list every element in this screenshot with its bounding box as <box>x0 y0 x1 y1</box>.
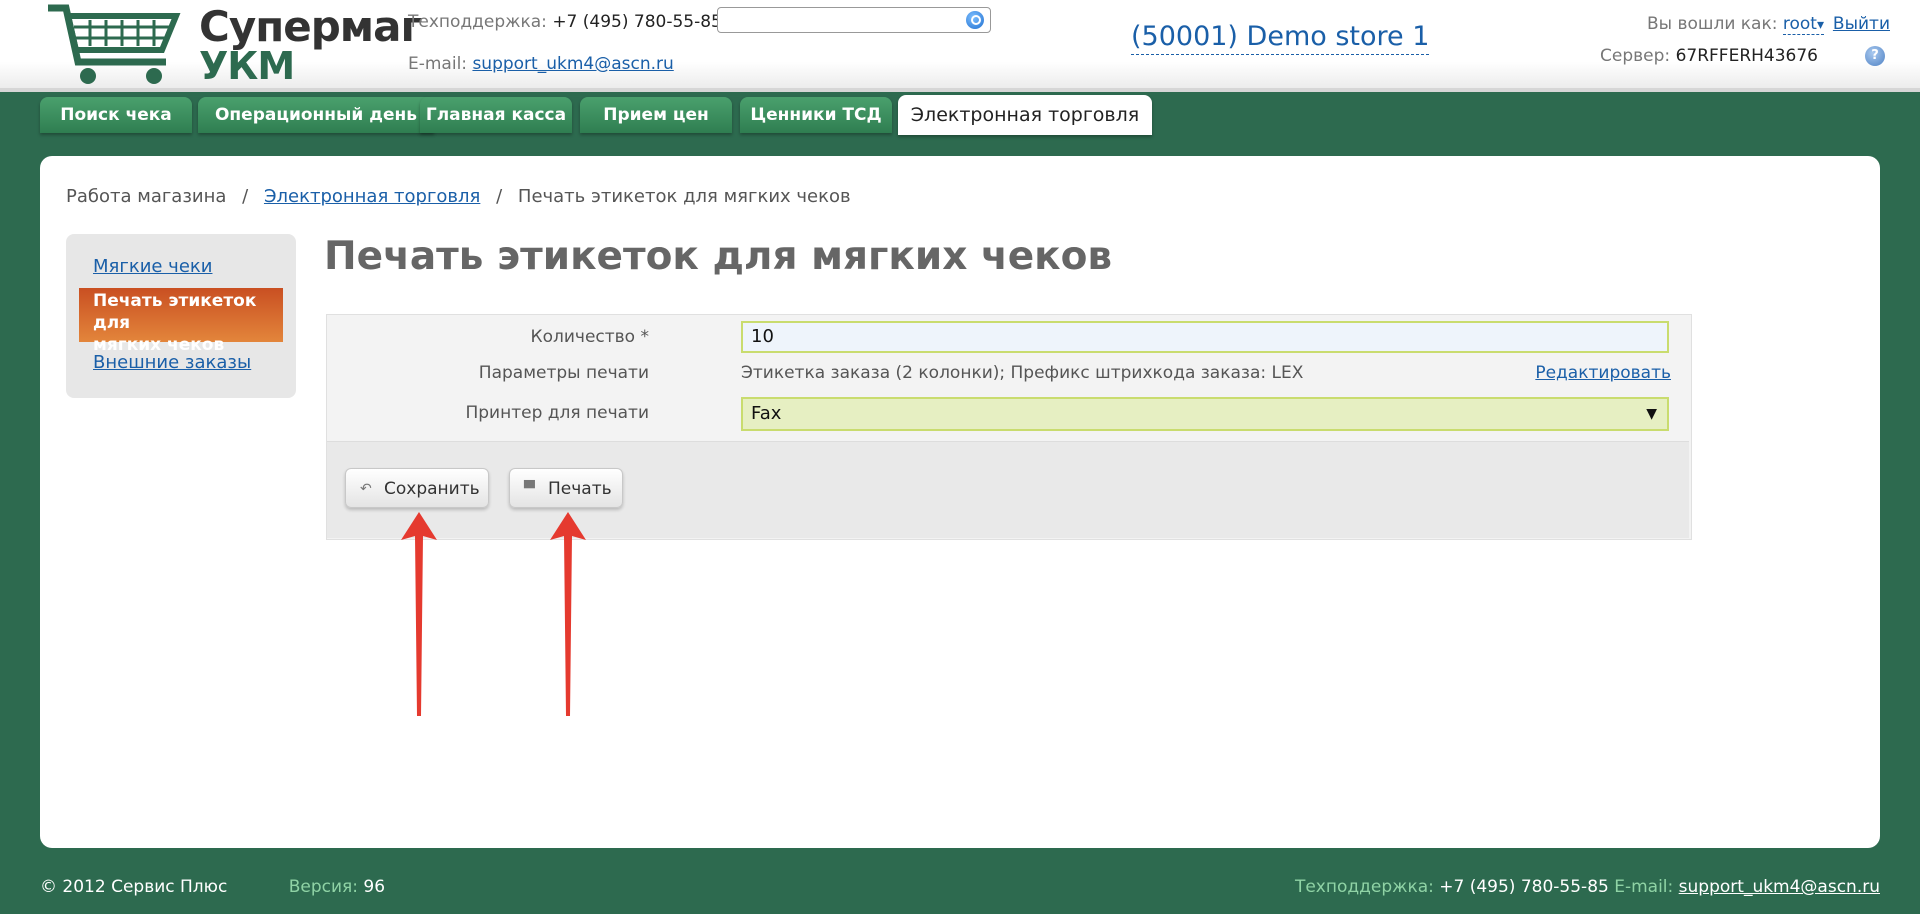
print-params-value: Этикетка заказа (2 колонки); Префикс штр… <box>741 363 1304 383</box>
footer-email-label: E-mail: <box>1614 877 1674 897</box>
header: Супермаг УКМ 4 Техподдержка: +7 (495) 78… <box>0 0 1920 132</box>
search-icon[interactable] <box>966 11 984 29</box>
tab-receipt-search[interactable]: Поиск чека <box>40 97 192 133</box>
breadcrumb-section-link[interactable]: Электронная торговля <box>264 186 480 207</box>
tab-main-cash[interactable]: Главная касса <box>420 97 572 133</box>
breadcrumb: Работа магазина / Электронная торговля /… <box>66 186 851 207</box>
print-button-label: Печать <box>548 479 612 499</box>
undo-icon: ↶ <box>360 481 372 497</box>
footer-right: Техподдержка: +7 (495) 780-55-85 E-mail:… <box>1295 877 1880 897</box>
login-info: Вы вошли как: root▾ <box>1647 14 1824 35</box>
user-name: root <box>1782 14 1817 34</box>
search-input[interactable] <box>717 7 991 33</box>
breadcrumb-current: Печать этикеток для мягких чеков <box>517 186 851 207</box>
printer-icon: ▀ <box>524 481 535 497</box>
content-panel: Работа магазина / Электронная торговля /… <box>40 156 1880 848</box>
version-value: 96 <box>363 877 386 897</box>
logged-in-label: Вы вошли как: <box>1647 14 1778 34</box>
page-title: Печать этикеток для мягких чеков <box>324 234 1113 279</box>
store-selector[interactable]: (50001) Demo store 1 <box>1131 20 1430 55</box>
support-phone: +7 (495) 780-55-85 <box>552 12 722 32</box>
footer-left: © 2012 Сервис Плюс Версия: 96 <box>40 877 385 897</box>
tab-price-receive[interactable]: Прием цен <box>580 97 732 133</box>
breadcrumb-separator: / <box>496 186 503 207</box>
save-button[interactable]: ↶ Сохранить <box>345 468 489 508</box>
sidebar-nav: Мягкие чеки Печать этикеток для мягких ч… <box>66 234 296 398</box>
dropdown-arrow-icon: ▼ <box>1646 406 1657 422</box>
user-menu[interactable]: root▾ <box>1782 14 1824 35</box>
logout-link[interactable]: Выйти <box>1833 14 1890 34</box>
printer-label: Принтер для печати <box>465 403 649 423</box>
printer-select[interactable]: Fax ▼ <box>741 397 1669 431</box>
cart-icon <box>48 4 181 84</box>
quantity-label: Количество * <box>530 327 649 347</box>
server-value: 67RFFERH43676 <box>1675 46 1818 66</box>
print-params-label: Параметры печати <box>478 363 649 383</box>
printer-select-value: Fax <box>751 403 782 424</box>
breadcrumb-separator: / <box>242 186 249 207</box>
help-icon[interactable]: ? <box>1865 46 1885 66</box>
annotation-arrow-icon <box>550 512 586 716</box>
breadcrumb-root: Работа магазина <box>66 186 227 207</box>
server-info: Сервер: 67RFFERH43676 <box>1600 46 1818 66</box>
footer-support-phone: +7 (495) 780-55-85 <box>1439 877 1609 897</box>
sidebar-item-external-orders[interactable]: Внешние заказы <box>93 352 251 373</box>
tab-operational-day[interactable]: Операционный день <box>198 97 434 133</box>
quantity-input[interactable]: 10 <box>741 321 1669 353</box>
sidebar-item-print-labels[interactable]: Печать этикеток для мягких чеков <box>79 288 283 355</box>
version-label: Версия: <box>288 877 358 897</box>
edit-params-link[interactable]: Редактировать <box>1535 363 1671 383</box>
chevron-down-icon: ▾ <box>1816 17 1824 33</box>
tab-e-commerce[interactable]: Электронная торговля <box>898 95 1152 135</box>
form-actions: ↶ Сохранить ▀ Печать <box>327 441 1689 538</box>
support-info: Техподдержка: +7 (495) 780-55-85 E-mail:… <box>408 10 722 76</box>
logo[interactable]: Супермаг УКМ 4 <box>44 0 422 132</box>
sidebar-item-label: Печать этикеток для <box>93 291 257 333</box>
print-button[interactable]: ▀ Печать <box>509 468 623 508</box>
sidebar-item-soft-receipts[interactable]: Мягкие чеки <box>93 256 212 277</box>
annotation-arrow-icon <box>401 512 437 716</box>
save-button-label: Сохранить <box>384 479 480 499</box>
print-labels-form: Количество * 10 Параметры печати Этикетк… <box>326 314 1692 540</box>
copyright: © 2012 Сервис Плюс <box>40 877 228 897</box>
server-label: Сервер: <box>1600 46 1671 66</box>
support-label: Техподдержка: <box>408 12 547 32</box>
email-label: E-mail: <box>408 54 468 74</box>
tab-price-tags-tsd[interactable]: Ценники ТСД <box>740 97 892 133</box>
footer-email-link[interactable]: support_ukm4@ascn.ru <box>1679 877 1880 897</box>
footer-support-label: Техподдержка: <box>1294 877 1434 897</box>
support-email-link[interactable]: support_ukm4@ascn.ru <box>472 54 673 74</box>
